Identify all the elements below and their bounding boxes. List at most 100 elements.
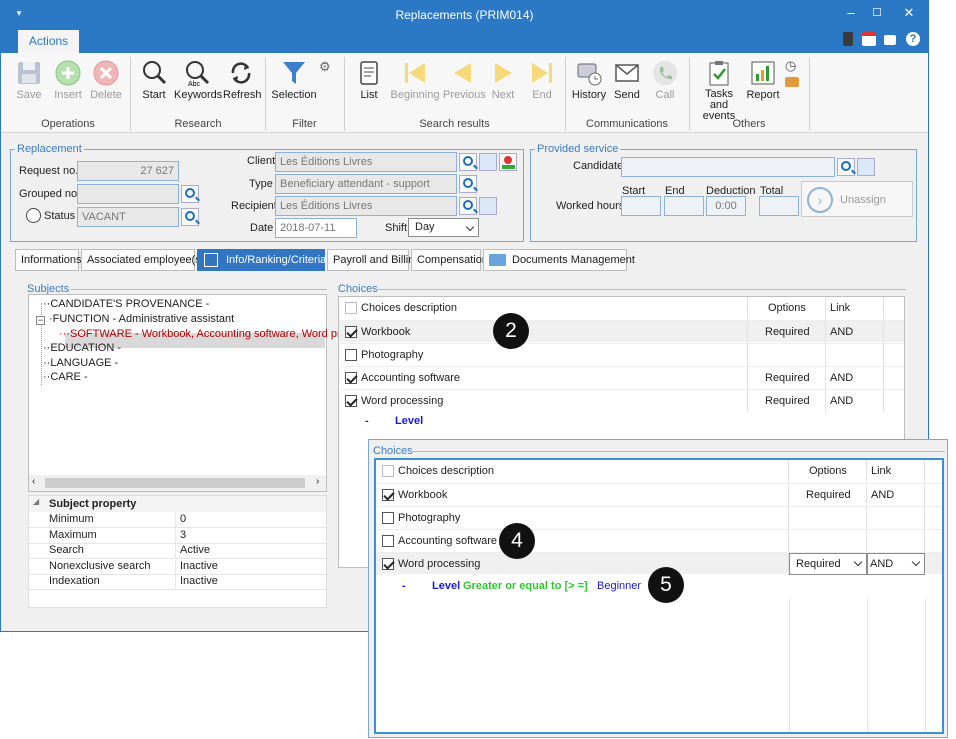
status-radio[interactable] — [26, 208, 41, 223]
recipient-browse-icon[interactable] — [479, 197, 497, 215]
type-search-icon[interactable] — [459, 175, 477, 193]
maximize-button[interactable]: ☐ — [867, 4, 887, 22]
choice-checkbox[interactable] — [382, 512, 394, 524]
deduction-field[interactable]: 0:00 — [706, 196, 746, 216]
level-value[interactable]: Beginner — [597, 580, 641, 592]
refresh-button[interactable]: Refresh — [223, 59, 262, 105]
choice-options[interactable] — [789, 507, 867, 529]
tree-item[interactable]: ·FUNCTION - Administrative assistant — [49, 313, 234, 325]
next-button[interactable]: Next — [488, 59, 518, 105]
status-search-icon[interactable] — [181, 208, 199, 226]
options-select[interactable]: Required — [789, 553, 867, 575]
choice-row[interactable]: Workbook Required AND — [339, 320, 904, 343]
grouped-no-field[interactable] — [77, 184, 179, 204]
choice-checkbox[interactable] — [345, 372, 357, 384]
keywords-button[interactable]: Abc Keywords — [174, 59, 222, 105]
minimize-button[interactable]: ‒ — [841, 4, 861, 22]
property-value[interactable]: Inactive — [175, 559, 218, 575]
clock-history-icon[interactable]: ◷ — [785, 58, 796, 74]
level-condition[interactable]: Greater or equal to [> =] — [463, 580, 588, 592]
tree-item[interactable]: ··CANDIDATE'S PROVENANCE - — [43, 298, 209, 310]
previous-button[interactable]: Previous — [443, 59, 486, 105]
call-button[interactable]: Call — [651, 59, 679, 105]
beginning-button[interactable]: Beginning — [389, 59, 441, 105]
scroll-right-icon[interactable]: › — [316, 476, 319, 487]
total-field[interactable] — [759, 196, 799, 216]
close-button[interactable]: ✕ — [899, 4, 919, 22]
start-time-field[interactable] — [621, 196, 661, 216]
tree-item[interactable]: ··CARE - — [43, 371, 88, 383]
lock-icon[interactable] — [884, 35, 896, 45]
selection-button[interactable]: Selection — [271, 59, 317, 105]
choice-options[interactable]: Required — [748, 390, 826, 412]
choice-link[interactable] — [867, 530, 925, 552]
property-value[interactable]: Active — [175, 544, 210, 559]
collapse-triangle-icon[interactable]: ◢ — [33, 497, 39, 506]
tab-actions[interactable]: Actions — [18, 30, 79, 53]
calendar-icon[interactable] — [862, 32, 876, 46]
map-pin-icon[interactable] — [499, 153, 517, 171]
choice-checkbox[interactable] — [345, 349, 357, 361]
gear-icon[interactable]: ⚙ — [319, 59, 331, 75]
tab-informations[interactable]: Informations — [15, 249, 82, 271]
status-field[interactable]: VACANT — [77, 207, 179, 227]
choice-row[interactable]: Workbook Required AND — [376, 483, 942, 506]
unassign-button[interactable]: › Unassign — [801, 181, 913, 217]
select-all-checkbox[interactable] — [345, 302, 357, 314]
recipient-field[interactable]: Les Éditions Livres — [275, 196, 457, 216]
choice-row[interactable]: Photography — [376, 506, 942, 529]
tree-item-selected[interactable]: ···SOFTWARE - Workbook, Accounting softw… — [59, 328, 358, 340]
start-button[interactable]: Start — [139, 59, 169, 105]
client-search-icon[interactable] — [459, 153, 477, 171]
save-button[interactable]: Save — [13, 59, 45, 105]
choice-checkbox[interactable] — [382, 489, 394, 501]
link-select[interactable]: AND — [867, 553, 925, 575]
candidate-search-icon[interactable] — [837, 158, 855, 176]
choice-checkbox[interactable] — [382, 558, 394, 570]
calculator-icon[interactable] — [843, 32, 853, 46]
client-field[interactable]: Les Éditions Livres — [275, 152, 457, 172]
request-no-field[interactable]: 27 627 — [77, 161, 179, 181]
choice-checkbox[interactable] — [382, 535, 394, 547]
property-value[interactable]: Inactive — [175, 575, 218, 590]
choice-link[interactable]: AND — [826, 321, 884, 343]
recipient-search-icon[interactable] — [459, 197, 477, 215]
end-button[interactable]: End — [527, 59, 557, 105]
choice-link[interactable]: AND — [867, 484, 925, 506]
choice-options[interactable]: Required — [748, 367, 826, 389]
horizontal-scrollbar[interactable]: ‹ › — [29, 475, 326, 491]
delete-button[interactable]: Delete — [89, 59, 123, 105]
choice-row[interactable]: Accounting software Required AND — [339, 366, 904, 389]
list-button[interactable]: List — [355, 59, 383, 105]
candidate-browse-icon[interactable] — [857, 158, 875, 176]
choice-options[interactable]: Required — [789, 484, 867, 506]
tab-documents-management[interactable]: Documents Management — [483, 249, 635, 271]
choice-options[interactable]: Required — [748, 321, 826, 343]
choice-row[interactable]: Word processing Required AND — [339, 389, 904, 412]
client-browse-icon[interactable] — [479, 153, 497, 171]
scroll-left-icon[interactable]: ‹ — [32, 476, 35, 487]
candidate-field[interactable] — [621, 157, 835, 177]
choice-link[interactable]: AND — [826, 390, 884, 412]
tasks-and-events-button[interactable]: Tasks and events — [695, 59, 743, 122]
tree-item[interactable]: ··LANGUAGE - — [43, 357, 118, 369]
insert-button[interactable]: Insert — [51, 59, 85, 105]
tab-compensation[interactable]: Compensation — [411, 249, 488, 271]
scroll-thumb[interactable] — [45, 478, 305, 488]
property-value[interactable]: 3 — [175, 528, 186, 544]
history-button[interactable]: History — [571, 59, 607, 105]
send-button[interactable]: Send — [612, 59, 642, 105]
collapse-icon[interactable]: − — [36, 316, 45, 325]
tree-item[interactable]: ··EDUCATION - — [43, 342, 121, 354]
choice-link[interactable] — [826, 344, 884, 366]
choice-row[interactable]: Photography — [339, 343, 904, 366]
grouped-search-icon[interactable] — [181, 185, 199, 203]
inbox-icon[interactable] — [785, 77, 799, 87]
shift-select[interactable]: Day — [408, 218, 479, 237]
date-field[interactable]: 2018-07-11 — [275, 218, 357, 238]
select-all-checkbox[interactable] — [382, 465, 394, 477]
help-icon[interactable]: ? — [906, 32, 920, 46]
choice-options[interactable] — [789, 530, 867, 552]
choice-checkbox[interactable] — [345, 395, 357, 407]
end-time-field[interactable] — [664, 196, 704, 216]
